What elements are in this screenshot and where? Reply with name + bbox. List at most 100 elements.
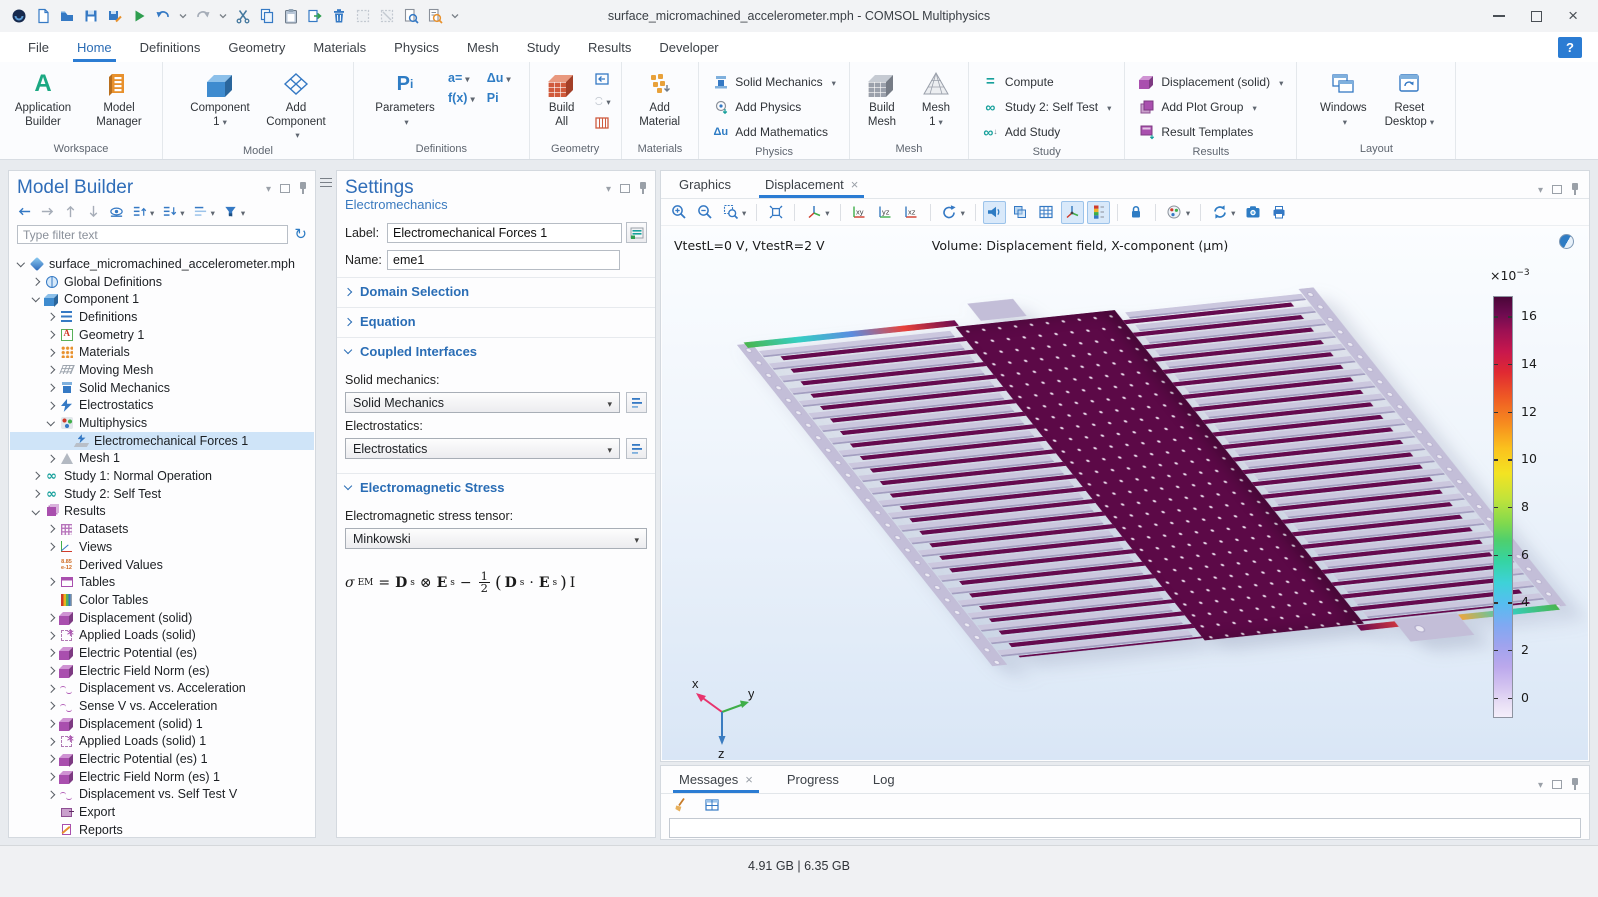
panel-menu-caret-icon[interactable] — [606, 181, 611, 195]
menu-geometry[interactable]: Geometry — [226, 32, 287, 62]
tree-item-surface-micromachined-accelerometer-mph[interactable]: surface_micromachined_accelerometer.mph — [10, 255, 314, 273]
tree-item-displacement-vs-acceleration[interactable]: Displacement vs. Acceleration — [10, 680, 314, 698]
zoom-box-button[interactable] — [719, 201, 749, 224]
build-mesh-button[interactable]: BuildMesh — [860, 67, 904, 129]
tree-item-global-definitions[interactable]: Global Definitions — [10, 273, 314, 291]
show-grid-button[interactable] — [1035, 201, 1058, 224]
tree-item-moving-mesh[interactable]: Moving Mesh — [10, 361, 314, 379]
add-material-button[interactable]: AddMaterial — [632, 67, 688, 129]
tree-item-multiphysics[interactable]: Multiphysics — [10, 414, 314, 432]
tab-displacement[interactable]: Displacement× — [759, 177, 864, 198]
snapshot-button[interactable] — [1241, 201, 1264, 224]
tree-item-sense-v-vs-acceleration[interactable]: Sense V vs. Acceleration — [10, 697, 314, 715]
search-icon[interactable] — [426, 8, 443, 25]
back-button[interactable] — [17, 204, 32, 219]
menu-file[interactable]: File — [26, 32, 51, 62]
new-icon[interactable] — [34, 8, 51, 25]
close-button[interactable]: × — [1568, 11, 1578, 21]
pin-panel-icon[interactable] — [299, 182, 307, 194]
section-electromagnetic-stress[interactable]: Electromagnetic Stress — [337, 473, 655, 501]
view-xz-button[interactable]: xz — [900, 201, 923, 224]
tree-item-color-tables[interactable]: Color Tables — [10, 591, 314, 609]
undo-icon[interactable] — [154, 8, 171, 25]
clear-messages-button[interactable] — [669, 794, 692, 817]
update-button[interactable] — [1208, 201, 1238, 224]
expand-chevron-icon[interactable] — [44, 668, 58, 674]
appearance-button[interactable] — [1163, 201, 1193, 224]
tree-item-solid-mechanics[interactable]: Solid Mechanics — [10, 379, 314, 397]
expand-chevron-icon[interactable] — [44, 792, 58, 798]
model-manager-button[interactable]: ModelManager — [86, 67, 152, 129]
tab-graphics[interactable]: Graphics — [673, 177, 737, 198]
rename-button[interactable] — [626, 222, 647, 243]
tree-item-study-1-normal-operation[interactable]: Study 1: Normal Operation — [10, 467, 314, 485]
windows-button[interactable]: Windows — [1315, 67, 1371, 129]
tree-item-electric-field-norm-es[interactable]: Electric Field Norm (es) — [10, 662, 314, 680]
collapse-all-button[interactable] — [162, 204, 184, 219]
pin-panel-icon[interactable] — [639, 182, 647, 194]
section-coupled-interfaces[interactable]: Coupled Interfaces — [337, 337, 655, 365]
application-builder-button[interactable]: A ApplicationBuilder — [10, 67, 76, 129]
customize-caret-icon[interactable] — [450, 8, 459, 25]
tree-item-electric-field-norm-es-1[interactable]: Electric Field Norm (es) 1 — [10, 768, 314, 786]
pin-panel-icon[interactable] — [1571, 183, 1579, 195]
expand-chevron-icon[interactable] — [44, 686, 58, 692]
mesh-1-button[interactable]: Mesh1 — [914, 67, 958, 129]
duplicate-icon[interactable] — [306, 8, 323, 25]
collapse-chevron-icon[interactable] — [44, 421, 58, 425]
add-plot-group-button[interactable]: Add Plot Group — [1135, 94, 1286, 119]
show-legend-button[interactable] — [1087, 201, 1110, 224]
float-panel-icon[interactable] — [1552, 185, 1562, 194]
paste-icon[interactable] — [282, 8, 299, 25]
import-icon[interactable] — [594, 70, 611, 87]
partition-icon[interactable] — [594, 114, 611, 131]
forward-button[interactable] — [40, 204, 55, 219]
tree-item-displacement-solid[interactable]: Displacement (solid) — [10, 609, 314, 627]
node-text-button[interactable] — [193, 204, 215, 219]
transparency-button[interactable] — [1009, 201, 1032, 224]
lock-axes-button[interactable] — [1125, 201, 1148, 224]
tree-item-datasets[interactable]: Datasets — [10, 520, 314, 538]
tree-item-tables[interactable]: Tables — [10, 573, 314, 591]
add-study-button[interactable]: ∞↓ Add Study — [979, 119, 1114, 144]
move-up-button[interactable] — [63, 204, 78, 219]
zoom-extents-button[interactable] — [764, 201, 787, 224]
displacement-solid-button[interactable]: Displacement (solid) — [1135, 69, 1286, 94]
scene-light-button[interactable] — [983, 201, 1006, 224]
tab-log[interactable]: Log — [867, 772, 901, 793]
tree-item-derived-values[interactable]: Derived Values — [10, 556, 314, 574]
tree-item-reports[interactable]: Reports — [10, 821, 314, 836]
go-to-source-button[interactable] — [626, 438, 647, 459]
tree-item-displacement-solid-1[interactable]: Displacement (solid) 1 — [10, 715, 314, 733]
functions-button[interactable]: f(x) — [448, 91, 475, 105]
result-templates-button[interactable]: Result Templates — [1135, 119, 1286, 144]
show-button[interactable] — [109, 204, 124, 219]
collapse-chevron-icon[interactable] — [14, 262, 28, 266]
open-icon[interactable] — [58, 8, 75, 25]
expand-chevron-icon[interactable] — [44, 615, 58, 621]
tree-item-views[interactable]: Views — [10, 538, 314, 556]
expand-chevron-icon[interactable] — [44, 756, 58, 762]
delete-icon[interactable] — [330, 8, 347, 25]
expand-chevron-icon[interactable] — [44, 544, 58, 550]
section-domain-selection[interactable]: Domain Selection — [337, 277, 655, 305]
find-icon[interactable] — [402, 8, 419, 25]
stress-tensor-select[interactable]: Minkowski — [345, 528, 647, 549]
refresh-icon[interactable]: ↻ — [294, 227, 307, 242]
tree-item-definitions[interactable]: Definitions — [10, 308, 314, 326]
tree-item-electric-potential-es[interactable]: Electric Potential (es) — [10, 644, 314, 662]
clear-selection-icon[interactable] — [378, 8, 395, 25]
menu-mesh[interactable]: Mesh — [465, 32, 501, 62]
view-yz-button[interactable]: yz — [874, 201, 897, 224]
zoom-in-button[interactable] — [667, 201, 690, 224]
study-2-self-test-button[interactable]: ∞ Study 2: Self Test — [979, 94, 1114, 119]
collapse-chevron-icon[interactable] — [29, 297, 43, 301]
add-physics-button[interactable]: Add Physics — [709, 94, 839, 119]
float-panel-icon[interactable] — [620, 184, 630, 193]
tree-item-geometry-1[interactable]: Geometry 1 — [10, 326, 314, 344]
cut-icon[interactable] — [234, 8, 251, 25]
tree-item-applied-loads-solid[interactable]: Applied Loads (solid) — [10, 626, 314, 644]
print-button[interactable] — [1267, 201, 1290, 224]
table-button[interactable] — [700, 794, 723, 817]
tab-progress[interactable]: Progress — [781, 772, 845, 793]
